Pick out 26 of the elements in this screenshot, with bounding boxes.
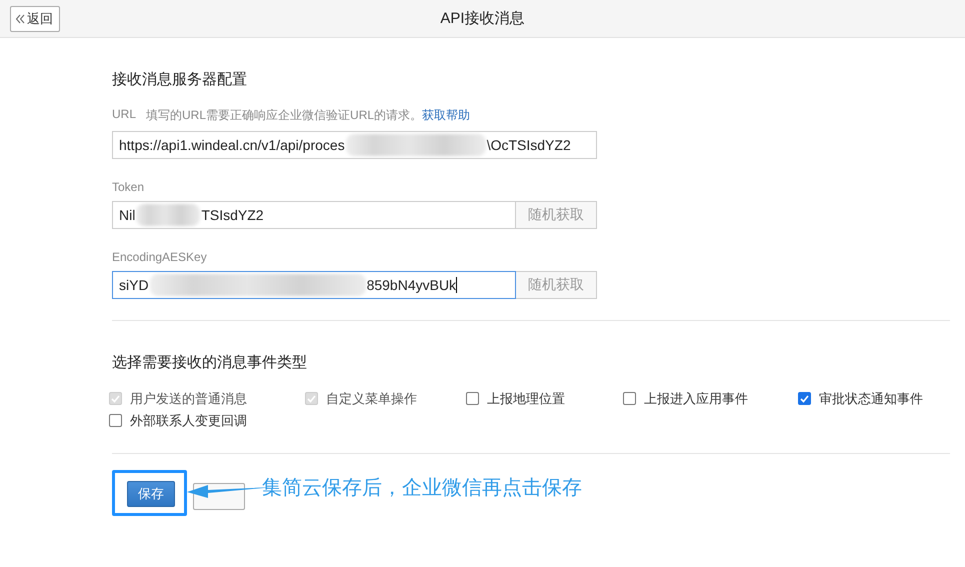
checkbox[interactable] [623, 392, 636, 405]
double-chevron-icon [15, 14, 25, 24]
help-link[interactable]: 获取帮助 [422, 107, 470, 124]
field-label: Token [112, 180, 144, 194]
blurred-patch [136, 204, 200, 226]
checkbox-label: 用户发送的普通消息 [130, 390, 247, 408]
field-hint: 填写的URL需要正确响应企业微信验证URL的请求。 [146, 107, 422, 124]
field-label: EncodingAESKey [112, 250, 207, 264]
checkbox-label: 审批状态通知事件 [819, 390, 923, 408]
text-field[interactable]: siYD 859bN4yvBUk [112, 271, 516, 299]
checkbox-label: 自定义菜单操作 [326, 390, 417, 408]
checkbox-label: 上报进入应用事件 [644, 390, 748, 408]
section-title: 接收消息服务器配置 [112, 70, 248, 89]
checkbox[interactable] [798, 392, 811, 405]
checkbox-label: 上报地理位置 [487, 390, 565, 408]
checkbox[interactable] [109, 414, 122, 427]
page-title: API接收消息 [440, 10, 525, 27]
save-button[interactable]: 保存 [127, 481, 175, 507]
checkbox[interactable] [466, 392, 479, 405]
annotation-text: 集简云保存后，企业微信再点击保存 [262, 476, 582, 501]
field-label: URL [112, 107, 136, 123]
url-field[interactable]: https://api1.windeal.cn/v1/api/proces \OcTSIsdYZ2 [112, 131, 597, 159]
section-title: 选择需要接收的消息事件类型 [112, 353, 308, 372]
checkbox-label: 外部联系人变更回调 [130, 412, 247, 430]
text-field[interactable]: Nil TSIsdYZ2 [112, 201, 516, 229]
back-button[interactable]: 返回 [10, 6, 60, 32]
